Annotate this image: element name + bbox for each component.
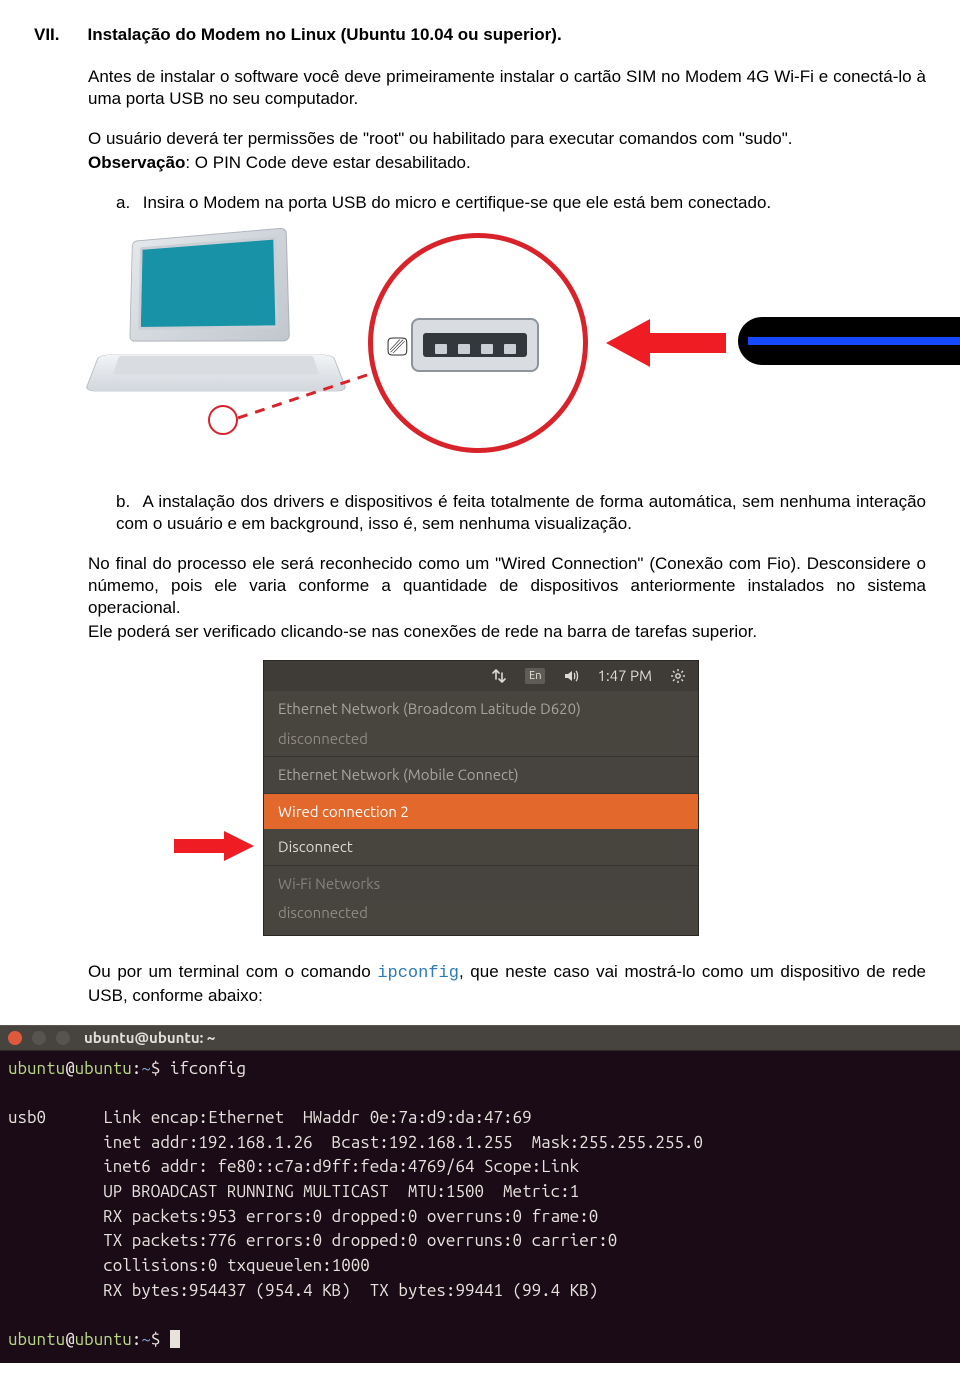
menu-item-eth-broadcom: Ethernet Network (Broadcom Latitude D620… xyxy=(264,691,698,727)
terminal-intro: Ou por um terminal com o comando ipconfi… xyxy=(88,961,926,1007)
terminal-cursor xyxy=(170,1330,180,1348)
menu-item-wired-connection[interactable]: Wired connection 2 xyxy=(264,793,698,830)
window-maximize-icon[interactable] xyxy=(56,1031,70,1045)
modem-illustration xyxy=(738,317,960,365)
terminal-window: ubuntu@ubuntu: ~ ubuntu@ubuntu:~$ ifconf… xyxy=(0,1025,960,1363)
intro-p1: Antes de instalar o software você deve p… xyxy=(88,66,926,110)
ubuntu-network-menu: En 1:47 PM Ethernet Network (Broadcom La… xyxy=(264,661,698,935)
terminal-body[interactable]: ubuntu@ubuntu:~$ ifconfig usb0 Link enca… xyxy=(0,1051,960,1363)
term-line-7: RX bytes:954437 (954.4 KB) TX bytes:9944… xyxy=(103,1281,598,1300)
step-b-text: A instalação dos drivers e dispositivos … xyxy=(116,492,926,533)
figure-laptop-usb: ⎚ xyxy=(88,233,928,463)
terminal-intro-pre: Ou por um terminal com o comando xyxy=(88,962,377,981)
menu-topbar: En 1:47 PM xyxy=(264,661,698,691)
window-close-icon[interactable] xyxy=(8,1031,22,1045)
usb-port-zoom: ⎚ xyxy=(368,233,588,453)
menu-body: Ethernet Network (Broadcom Latitude D620… xyxy=(264,691,698,935)
gear-icon[interactable] xyxy=(670,668,686,684)
menu-item-wifi-header: Wi-Fi Networks xyxy=(264,865,698,902)
prompt-path: ~ xyxy=(141,1059,151,1078)
menu-item-disconnect[interactable]: Disconnect xyxy=(264,829,698,865)
term-line-4: RX packets:953 errors:0 dropped:0 overru… xyxy=(103,1207,598,1226)
terminal-title-text: ubuntu@ubuntu: ~ xyxy=(84,1028,215,1048)
term-line-6: collisions:0 txqueuelen:1000 xyxy=(103,1256,370,1275)
wired-connection-note-1: No final do processo ele será reconhecid… xyxy=(88,553,926,619)
figure-terminal: ubuntu@ubuntu: ~ ubuntu@ubuntu:~$ ifconf… xyxy=(0,1025,960,1363)
menu-item-eth-mobile: Ethernet Network (Mobile Connect) xyxy=(264,756,698,793)
term-line-1: inet addr:192.168.1.26 Bcast:192.168.1.2… xyxy=(103,1133,703,1152)
observation-label: Observação xyxy=(88,153,185,172)
volume-icon[interactable] xyxy=(563,668,579,684)
keyboard-lang-indicator[interactable]: En xyxy=(525,668,545,684)
step-a-text: Insira o Modem na porta USB do micro e c… xyxy=(143,193,771,212)
step-a-marker: a. xyxy=(116,192,138,214)
window-minimize-icon[interactable] xyxy=(32,1031,46,1045)
menu-item-eth-broadcom-status: disconnected xyxy=(264,727,698,757)
prompt-user: ubuntu xyxy=(8,1059,65,1078)
step-b: b. A instalação dos drivers e dispositiv… xyxy=(116,491,926,535)
figure-network-menu: En 1:47 PM Ethernet Network (Broadcom La… xyxy=(174,661,926,935)
term-line-0: Link encap:Ethernet HWaddr 0e:7a:d9:da:4… xyxy=(103,1108,531,1127)
clock-text[interactable]: 1:47 PM xyxy=(597,666,652,686)
step-b-marker: b. xyxy=(116,491,138,513)
pointer-arrow-icon xyxy=(174,831,254,861)
usb-port xyxy=(411,318,539,372)
prompt-host: ubuntu xyxy=(75,1059,132,1078)
observation-text: : O PIN Code deve estar desabilitado. xyxy=(185,153,470,172)
insert-arrow-icon xyxy=(606,315,726,371)
terminal-titlebar: ubuntu@ubuntu: ~ xyxy=(0,1025,960,1051)
intro-observation: Observação: O PIN Code deve estar desabi… xyxy=(88,152,926,174)
term-line-2: inet6 addr: fe80::c7a:d9ff:feda:4769/64 … xyxy=(103,1157,579,1176)
menu-item-wifi-status: disconnected xyxy=(264,901,698,935)
term-line-5: TX packets:776 errors:0 dropped:0 overru… xyxy=(103,1231,617,1250)
section-number: VII. xyxy=(34,24,60,46)
intro-p2: O usuário deverá ter permissões de "root… xyxy=(88,128,926,150)
section-heading: VII. Instalação do Modem no Linux (Ubunt… xyxy=(34,24,926,46)
port-highlight-circle xyxy=(208,405,238,435)
terminal-command: ifconfig xyxy=(170,1059,246,1078)
iface-name: usb0 xyxy=(8,1108,46,1127)
step-a: a. Insira o Modem na porta USB do micro … xyxy=(116,192,926,214)
inline-command: ipconfig xyxy=(377,964,459,983)
term-line-3: UP BROADCAST RUNNING MULTICAST MTU:1500 … xyxy=(103,1182,579,1201)
section-title: Instalação do Modem no Linux (Ubuntu 10.… xyxy=(88,24,562,46)
usb-icon: ⎚ xyxy=(387,330,408,364)
wired-connection-note-2: Ele poderá ser verificado clicando-se na… xyxy=(88,621,926,643)
network-updown-icon[interactable] xyxy=(491,668,507,684)
